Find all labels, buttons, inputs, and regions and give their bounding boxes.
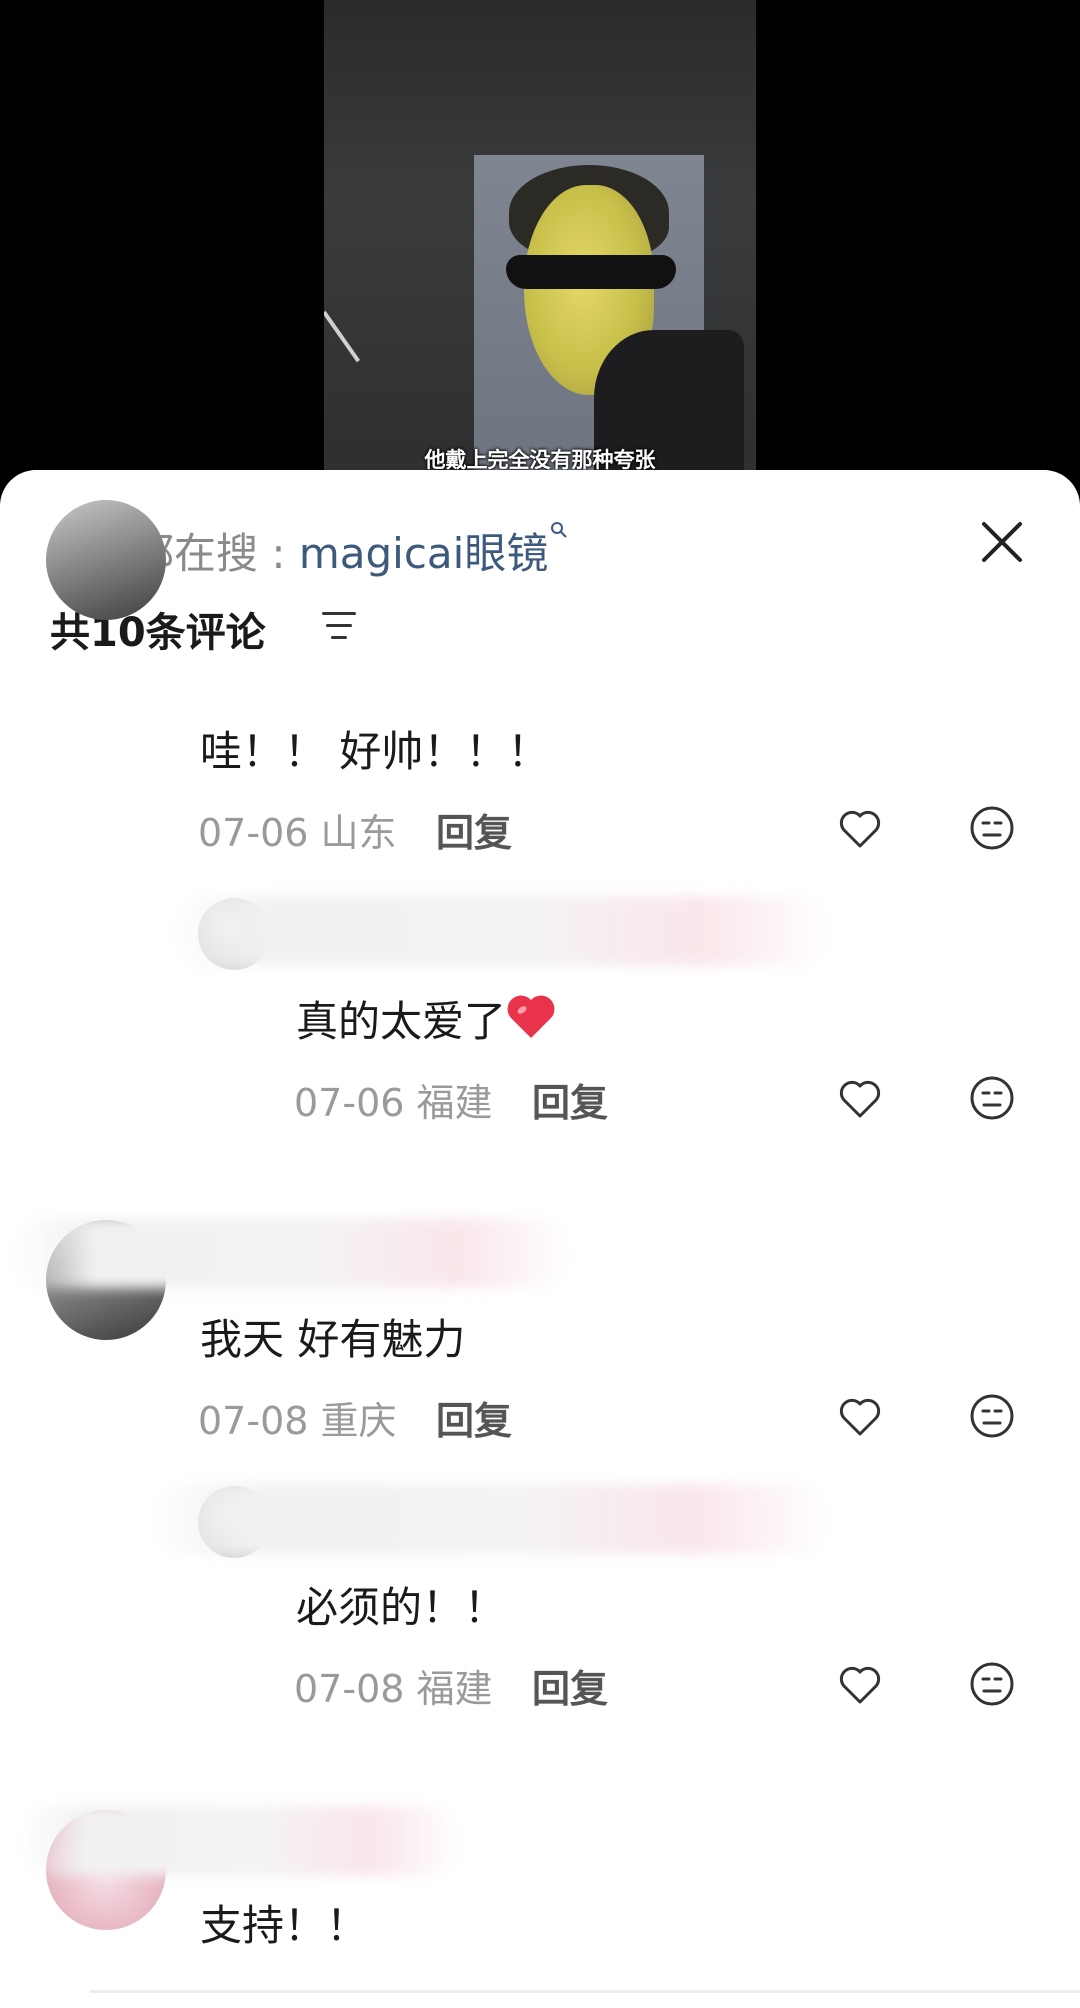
meh-face-icon[interactable] [968, 804, 1016, 852]
close-icon [982, 522, 1022, 562]
comment-sheet: 大家都在搜 : magicai眼镜 共10条评论 哇！！ 好帅！！！ 07-06… [0, 470, 1080, 2008]
redacted-username [150, 1484, 830, 1554]
reply-button[interactable]: 回复 [532, 1072, 608, 1127]
video-player[interactable]: 他戴上完全没有那种夸张 [0, 0, 1080, 500]
filter-icon[interactable] [322, 612, 358, 642]
heart-outline-icon[interactable] [836, 1074, 884, 1122]
reply-button[interactable]: 回复 [436, 1390, 512, 1445]
comment-date: 07-06 [294, 1081, 405, 1125]
close-button[interactable] [970, 510, 1034, 574]
sunglasses [506, 255, 676, 289]
redacted-username [20, 1806, 460, 1876]
meh-face-icon[interactable] [968, 1392, 1016, 1440]
meh-face-icon[interactable] [968, 1660, 1016, 1708]
meh-face-icon[interactable] [968, 1074, 1016, 1122]
comment-text: 真的太爱了 [296, 988, 556, 1049]
stage-light [324, 310, 361, 363]
heart-outline-icon[interactable] [836, 1392, 884, 1440]
comment-date: 07-08 [294, 1667, 405, 1711]
bottom-divider [90, 1990, 1080, 1993]
video-frame[interactable]: 他戴上完全没有那种夸张 [324, 0, 756, 500]
comment-location: 山东 [320, 811, 397, 855]
heart-outline-icon[interactable] [836, 804, 884, 852]
comment-location: 重庆 [320, 1399, 397, 1443]
redacted-username [10, 1218, 570, 1288]
comment-meta: 07-08 重庆 [198, 1390, 397, 1445]
red-heart-emoji [507, 995, 555, 1038]
redacted-username [170, 896, 830, 966]
comment-meta: 07-08 福建 [294, 1658, 493, 1713]
avatar[interactable] [46, 500, 166, 620]
comment-meta: 07-06 福建 [294, 1072, 493, 1127]
search-suggestion-keyword[interactable]: magicai眼镜 [299, 529, 548, 578]
comment-date: 07-06 [198, 811, 309, 855]
comment-date: 07-08 [198, 1399, 309, 1443]
comment-meta: 07-06 山东 [198, 802, 397, 857]
comment-text: 必须的！！ [296, 1583, 507, 1632]
comment-text-body: 真的太爱了 [296, 997, 507, 1046]
reply-button[interactable]: 回复 [532, 1658, 608, 1713]
reply-button[interactable]: 回复 [436, 802, 512, 857]
search-icon [550, 520, 568, 545]
comment-location: 福建 [416, 1081, 493, 1125]
comment-text: 支持！！ [200, 1901, 369, 1950]
comment-location: 福建 [416, 1667, 493, 1711]
comment-text: 哇！！ 好帅！！！ [200, 727, 550, 776]
comment-text: 我天 好有魅力 [200, 1315, 466, 1364]
heart-outline-icon[interactable] [836, 1660, 884, 1708]
